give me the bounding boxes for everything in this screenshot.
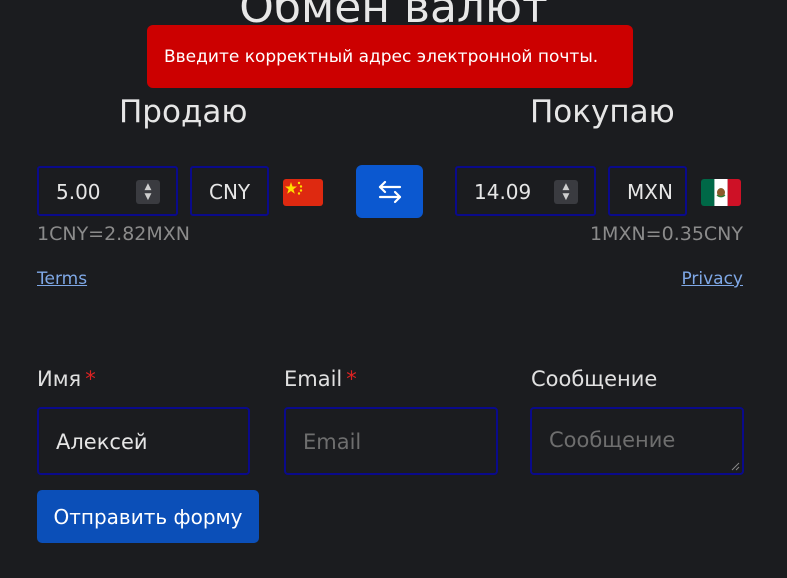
buy-amount-value: 14.09 bbox=[474, 180, 532, 204]
sell-heading: Продаю bbox=[119, 94, 248, 130]
message-textarea[interactable]: Сообщение bbox=[530, 407, 744, 475]
sell-amount-stepper[interactable]: ▲ ▼ bbox=[136, 180, 160, 204]
sell-currency-code: CNY bbox=[209, 180, 251, 204]
terms-link[interactable]: Terms bbox=[37, 269, 87, 289]
email-input[interactable]: Email bbox=[284, 407, 498, 475]
name-input[interactable]: Алексей bbox=[37, 407, 250, 475]
buy-currency-code: MXN bbox=[627, 180, 673, 204]
name-label: Имя * bbox=[37, 367, 96, 391]
sell-currency-select[interactable]: CNY bbox=[190, 166, 269, 216]
sell-amount-input[interactable]: 5.00 ▲ ▼ bbox=[37, 166, 178, 216]
buy-amount-input[interactable]: 14.09 ▲ ▼ bbox=[455, 166, 596, 216]
email-label-text: Email bbox=[284, 367, 343, 391]
buy-amount-stepper[interactable]: ▲ ▼ bbox=[554, 180, 578, 204]
sell-rate: 1CNY=2.82MXN bbox=[37, 223, 191, 245]
buy-currency-select[interactable]: MXN bbox=[608, 166, 687, 216]
privacy-link[interactable]: Privacy bbox=[681, 269, 743, 289]
swap-arrows-icon bbox=[378, 180, 401, 203]
stepper-up-icon[interactable]: ▲ bbox=[563, 182, 570, 192]
swap-currencies-button[interactable] bbox=[356, 165, 423, 218]
resize-grip-icon[interactable] bbox=[730, 461, 740, 471]
email-required-mark: * bbox=[346, 367, 357, 391]
stepper-down-icon[interactable]: ▼ bbox=[563, 192, 570, 202]
message-label: Сообщение bbox=[531, 367, 657, 391]
page: Обмен валют Введите корректный адрес эле… bbox=[0, 0, 787, 578]
name-label-text: Имя bbox=[37, 367, 82, 391]
message-label-text: Сообщение bbox=[531, 367, 658, 391]
stepper-down-icon[interactable]: ▼ bbox=[145, 192, 152, 202]
name-input-value: Алексей bbox=[56, 430, 148, 454]
china-flag-icon bbox=[283, 179, 323, 206]
error-toast-message: Введите корректный адрес электронной поч… bbox=[164, 46, 599, 67]
mexico-flag-icon bbox=[701, 179, 741, 206]
email-label: Email * bbox=[284, 367, 357, 391]
buy-rate: 1MXN=0.35CNY bbox=[589, 223, 743, 245]
error-toast: Введите корректный адрес электронной поч… bbox=[147, 25, 633, 88]
stepper-up-icon[interactable]: ▲ bbox=[145, 182, 152, 192]
sell-amount-value: 5.00 bbox=[56, 180, 101, 204]
submit-form-button[interactable]: Отправить форму bbox=[37, 490, 259, 543]
buy-heading: Покупаю bbox=[530, 94, 675, 130]
name-required-mark: * bbox=[85, 367, 96, 391]
message-textarea-placeholder: Сообщение bbox=[549, 428, 676, 452]
email-input-placeholder: Email bbox=[303, 430, 362, 454]
